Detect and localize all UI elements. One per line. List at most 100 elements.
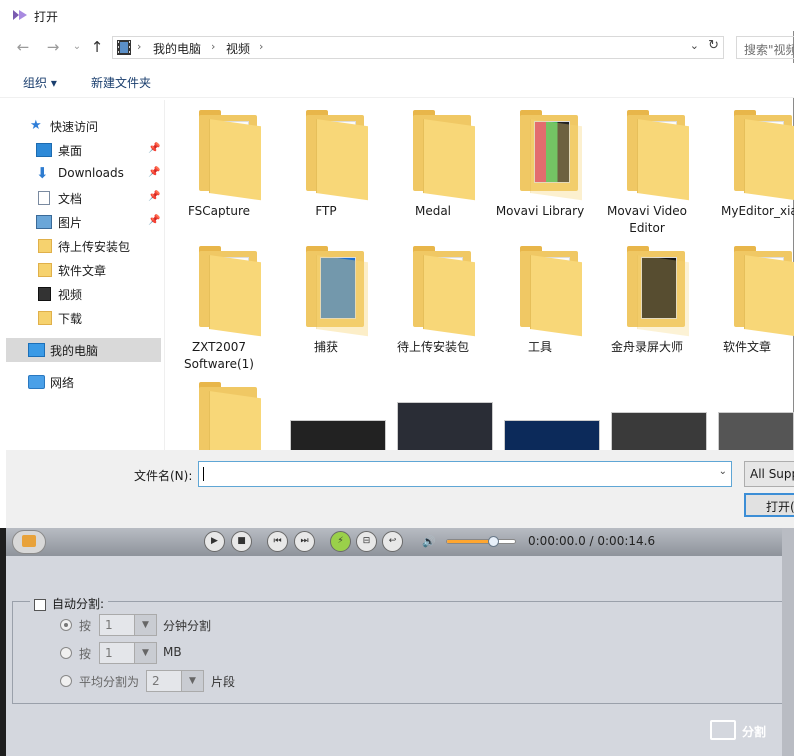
video-thumbnail[interactable] (611, 412, 707, 450)
forward-arrow-icon[interactable]: → (42, 37, 64, 57)
next-icon[interactable]: ⏭ (294, 531, 315, 552)
folder-icon (520, 110, 582, 201)
folder-icon (38, 239, 52, 253)
video-thumbnail[interactable] (504, 420, 600, 450)
option-suffix: 分钟分割 (163, 619, 212, 633)
video-thumbnail[interactable] (397, 402, 493, 450)
up-arrow-icon[interactable]: ↑ (86, 37, 108, 57)
folder-item[interactable]: 工具 (487, 236, 593, 366)
dropdown-arrow-icon[interactable]: ▼ (134, 643, 156, 663)
filename-area: 文件名(N): ⌄ All Supp 打开( (6, 450, 794, 528)
volume-icon[interactable]: 🔊 (422, 535, 436, 548)
trash-icon[interactable]: ⊟ (356, 531, 377, 552)
video-thumbnail[interactable] (718, 412, 794, 450)
folder-icon (199, 110, 261, 201)
dropdown-arrow-icon[interactable]: ▼ (134, 615, 156, 635)
folder-icon (199, 382, 261, 450)
chevron-down-icon[interactable]: ⌄ (719, 466, 727, 477)
folder-icon (38, 263, 52, 277)
lightning-icon[interactable]: ⚡ (330, 531, 351, 552)
chevron-down-icon[interactable]: ⌄ (690, 39, 699, 52)
folder-icon (199, 246, 261, 337)
pin-icon[interactable]: 📌 (148, 143, 160, 154)
folder-item[interactable]: MyEditor_xiaba (701, 100, 794, 230)
computer-icon (28, 343, 45, 357)
folder-icon (413, 246, 475, 337)
combo-value: 2 (152, 674, 160, 688)
folder-item[interactable]: ZXT2007 Software(1) (166, 236, 272, 371)
split-button[interactable]: 分割 (706, 716, 776, 746)
folder-item[interactable]: 金舟录屏大师 (594, 236, 700, 366)
organize-menu-button[interactable]: 组织 ▾ (23, 74, 57, 91)
open-button[interactable]: 打开( (744, 493, 794, 517)
recent-locations-chevron-icon[interactable]: ⌄ (66, 37, 88, 57)
sidebar-item-desktop[interactable]: 桌面 📌 (6, 138, 161, 162)
open-folder-button[interactable] (12, 530, 46, 554)
split-by-size-radio[interactable] (60, 647, 72, 659)
sidebar-item-this-pc[interactable]: 我的电脑 (6, 338, 161, 362)
video-folder-icon (38, 287, 51, 301)
pin-icon[interactable]: 📌 (148, 215, 160, 226)
stop-icon[interactable]: ■ (231, 531, 252, 552)
folder-item[interactable]: FTP (273, 100, 379, 230)
sidebar-item-install-packages[interactable]: 待上传安装包 (6, 234, 161, 258)
filename-input[interactable]: ⌄ (198, 461, 732, 487)
sidebar-item-network[interactable]: 网络 (6, 370, 161, 394)
volume-slider[interactable] (446, 536, 516, 547)
sidebar-item-label: 文档 (58, 192, 83, 206)
title-bar[interactable]: 打开 (0, 0, 794, 31)
auto-split-checkbox[interactable] (34, 598, 46, 611)
folder-item[interactable] (166, 372, 272, 450)
sidebar-item-label: 网络 (50, 376, 75, 390)
time-display: 0:00:00.0 / 0:00:14.6 (528, 534, 656, 548)
split-button-label: 分割 (742, 725, 767, 739)
sidebar-item-documents[interactable]: 文档 📌 (6, 186, 161, 210)
network-icon (28, 375, 45, 389)
file-type-select[interactable]: All Supp (744, 461, 794, 487)
pin-icon[interactable]: 📌 (148, 191, 160, 202)
file-list: FSCapture FTP Medal Movavi Library Movav… (166, 100, 794, 450)
text-caret (203, 467, 204, 481)
segments-combo[interactable]: 2 ▼ (146, 670, 204, 692)
folder-item[interactable]: Medal (380, 100, 486, 230)
split-evenly-radio[interactable] (60, 675, 72, 687)
search-box[interactable]: 搜索"视频" (736, 36, 794, 59)
sidebar-item-videos[interactable]: 视频 (6, 282, 161, 306)
previous-icon[interactable]: ⏮ (267, 531, 288, 552)
play-icon[interactable]: ▶ (204, 531, 225, 552)
sidebar-item-download-cn[interactable]: 下载 (6, 306, 161, 330)
folder-item[interactable]: FSCapture (166, 100, 272, 230)
folder-item[interactable]: 软件文章 (701, 236, 794, 366)
combo-value: 1 (105, 618, 113, 632)
address-bar[interactable]: › 我的电脑 › 视频 › ⌄ ↻ (112, 36, 724, 59)
file-name: MyEditor_xiaba (721, 204, 794, 218)
sidebar-item-software-articles[interactable]: 软件文章 (6, 258, 161, 282)
sidebar-item-label: 软件文章 (58, 264, 107, 278)
breadcrumb-separator-icon: › (259, 40, 264, 53)
file-name: Medal (414, 204, 452, 218)
folder-item[interactable]: 捕获 (273, 236, 379, 366)
pin-icon[interactable]: 📌 (148, 167, 160, 178)
folder-item[interactable]: Movavi Video Editor (594, 100, 700, 235)
folder-item[interactable]: Movavi Library (487, 100, 593, 230)
new-folder-button[interactable]: 新建文件夹 (91, 74, 151, 91)
dropdown-arrow-icon[interactable]: ▼ (181, 671, 203, 691)
sidebar-item-pictures[interactable]: 图片 📌 (6, 210, 161, 234)
sidebar-item-label: 视频 (58, 288, 83, 302)
minutes-combo[interactable]: 1 ▼ (99, 614, 157, 636)
folder-item[interactable]: 待上传安装包 (380, 236, 486, 366)
player-controls: ▶ ■ ⏮ ⏭ ⚡ ⊟ ↩ 🔊 0:00:00.0 / 0:00:14.6 (6, 528, 782, 556)
sidebar-quick-access[interactable]: ★ 快速访问 (6, 114, 161, 138)
refresh-icon[interactable]: ↻ (708, 38, 719, 53)
desktop-icon (36, 143, 52, 157)
split-by-minutes-radio[interactable] (60, 619, 72, 631)
undo-icon[interactable]: ↩ (382, 531, 403, 552)
volume-knob[interactable] (488, 536, 500, 547)
video-thumbnail[interactable] (290, 420, 386, 450)
breadcrumb-this-pc[interactable]: 我的电脑 (153, 40, 201, 57)
back-arrow-icon[interactable]: ← (12, 37, 34, 57)
size-combo[interactable]: 1 ▼ (99, 642, 157, 664)
breadcrumb-videos[interactable]: 视频 (226, 40, 250, 57)
sidebar-item-label: Downloads (58, 166, 124, 180)
sidebar-item-downloads[interactable]: ⬇ Downloads 📌 (6, 162, 161, 186)
